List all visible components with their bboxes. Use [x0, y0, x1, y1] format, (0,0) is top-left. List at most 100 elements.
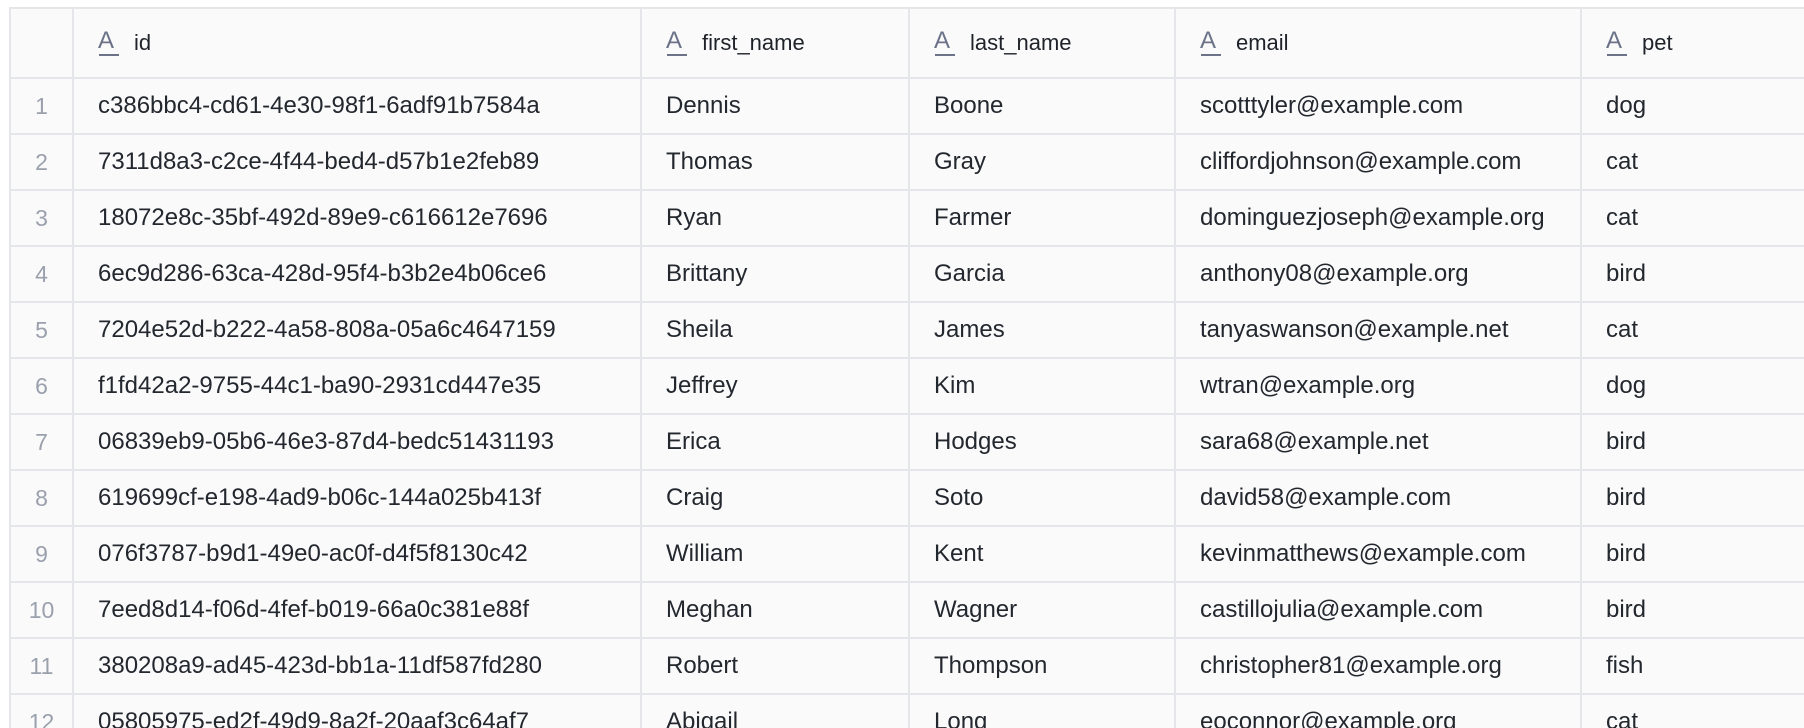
table-row[interactable]: 10 7eed8d14-f06d-4fef-b019-66a0c381e88f Me…: [11, 582, 1804, 639]
cell-last-name[interactable]: Long: [909, 694, 1176, 728]
header-row: Aid Afirst_name Alast_name Aemail Apet: [11, 9, 1804, 79]
row-number: 4: [11, 246, 74, 303]
cell-email[interactable]: dominguezjoseph@example.org: [1175, 190, 1582, 247]
cell-pet[interactable]: dog: [1581, 78, 1804, 135]
cell-id[interactable]: 05805975-ed2f-49d9-8a2f-20aaf3c64af7: [73, 694, 642, 728]
row-number: 8: [11, 470, 74, 527]
cell-first-name[interactable]: Erica: [641, 414, 910, 471]
cell-pet[interactable]: fish: [1581, 638, 1804, 695]
cell-pet[interactable]: bird: [1581, 526, 1804, 583]
column-header-first-name[interactable]: Afirst_name: [641, 9, 910, 79]
cell-first-name[interactable]: Sheila: [641, 302, 910, 359]
row-index-header: [11, 9, 74, 79]
table-row[interactable]: 7 06839eb9-05b6-46e3-87d4-bedc51431193 Eri…: [11, 414, 1804, 471]
table-body: 1 c386bbc4-cd61-4e30-98f1-6adf91b7584a Den…: [11, 78, 1804, 728]
cell-first-name[interactable]: Ryan: [641, 190, 910, 247]
cell-id[interactable]: c386bbc4-cd61-4e30-98f1-6adf91b7584a: [73, 78, 642, 135]
cell-email[interactable]: scotttyler@example.com: [1175, 78, 1582, 135]
table-row[interactable]: 5 7204e52d-b222-4a58-808a-05a6c4647159 She…: [11, 302, 1804, 359]
text-type-icon: A: [98, 29, 120, 57]
table-row[interactable]: 12 05805975-ed2f-49d9-8a2f-20aaf3c64af7 Ab…: [11, 694, 1804, 728]
cell-id[interactable]: 619699cf-e198-4ad9-b06c-144a025b413f: [73, 470, 642, 527]
table-row[interactable]: 2 7311d8a3-c2ce-4f44-bed4-d57b1e2feb89 Tho…: [11, 134, 1804, 191]
cell-last-name[interactable]: Farmer: [909, 190, 1176, 247]
cell-pet[interactable]: cat: [1581, 694, 1804, 728]
column-header-pet[interactable]: Apet: [1581, 9, 1804, 79]
cell-id[interactable]: 7311d8a3-c2ce-4f44-bed4-d57b1e2feb89: [73, 134, 642, 191]
cell-id[interactable]: f1fd42a2-9755-44c1-ba90-2931cd447e35: [73, 358, 642, 415]
table-row[interactable]: 11 380208a9-ad45-423d-bb1a-11df587fd280 Ro…: [11, 638, 1804, 695]
cell-email[interactable]: anthony08@example.org: [1175, 246, 1582, 303]
table-row[interactable]: 3 18072e8c-35bf-492d-89e9-c616612e7696 Rya…: [11, 190, 1804, 247]
data-table: Aid Afirst_name Alast_name Aemail Apet 1…: [11, 9, 1804, 728]
table-row[interactable]: 8 619699cf-e198-4ad9-b06c-144a025b413f Cra…: [11, 470, 1804, 527]
cell-last-name[interactable]: Kim: [909, 358, 1176, 415]
table-row[interactable]: 9 076f3787-b9d1-49e0-ac0f-d4f5f8130c42 Wil…: [11, 526, 1804, 583]
cell-id[interactable]: 7eed8d14-f06d-4fef-b019-66a0c381e88f: [73, 582, 642, 639]
column-header-label: pet: [1642, 30, 1673, 55]
row-number: 12: [11, 694, 74, 728]
row-number: 5: [11, 302, 74, 359]
row-number: 9: [11, 526, 74, 583]
cell-last-name[interactable]: Gray: [909, 134, 1176, 191]
cell-first-name[interactable]: William: [641, 526, 910, 583]
data-grid[interactable]: Aid Afirst_name Alast_name Aemail Apet 1…: [9, 7, 1804, 728]
cell-id[interactable]: 6ec9d286-63ca-428d-95f4-b3b2e4b06ce6: [73, 246, 642, 303]
column-header-label: email: [1236, 30, 1289, 55]
cell-email[interactable]: sara68@example.net: [1175, 414, 1582, 471]
cell-pet[interactable]: cat: [1581, 302, 1804, 359]
cell-pet[interactable]: bird: [1581, 246, 1804, 303]
cell-first-name[interactable]: Robert: [641, 638, 910, 695]
text-type-icon: A: [1606, 29, 1628, 57]
text-type-icon: A: [1200, 29, 1222, 57]
cell-pet[interactable]: dog: [1581, 358, 1804, 415]
cell-last-name[interactable]: Garcia: [909, 246, 1176, 303]
cell-first-name[interactable]: Thomas: [641, 134, 910, 191]
cell-pet[interactable]: cat: [1581, 134, 1804, 191]
cell-email[interactable]: tanyaswanson@example.net: [1175, 302, 1582, 359]
column-header-id[interactable]: Aid: [73, 9, 642, 79]
cell-email[interactable]: david58@example.com: [1175, 470, 1582, 527]
cell-id[interactable]: 06839eb9-05b6-46e3-87d4-bedc51431193: [73, 414, 642, 471]
row-number: 7: [11, 414, 74, 471]
cell-first-name[interactable]: Craig: [641, 470, 910, 527]
cell-pet[interactable]: bird: [1581, 414, 1804, 471]
cell-first-name[interactable]: Abigail: [641, 694, 910, 728]
row-number: 1: [11, 78, 74, 135]
cell-last-name[interactable]: Wagner: [909, 582, 1176, 639]
cell-email[interactable]: wtran@example.org: [1175, 358, 1582, 415]
cell-email[interactable]: christopher81@example.org: [1175, 638, 1582, 695]
column-header-email[interactable]: Aemail: [1175, 9, 1582, 79]
table-row[interactable]: 1 c386bbc4-cd61-4e30-98f1-6adf91b7584a Den…: [11, 78, 1804, 135]
cell-first-name[interactable]: Meghan: [641, 582, 910, 639]
cell-email[interactable]: eoconnor@example.org: [1175, 694, 1582, 728]
cell-last-name[interactable]: Soto: [909, 470, 1176, 527]
text-type-icon: A: [666, 29, 688, 57]
row-number: 6: [11, 358, 74, 415]
cell-first-name[interactable]: Jeffrey: [641, 358, 910, 415]
cell-email[interactable]: castillojulia@example.com: [1175, 582, 1582, 639]
cell-last-name[interactable]: Boone: [909, 78, 1176, 135]
cell-last-name[interactable]: James: [909, 302, 1176, 359]
cell-last-name[interactable]: Hodges: [909, 414, 1176, 471]
table-row[interactable]: 4 6ec9d286-63ca-428d-95f4-b3b2e4b06ce6 Bri…: [11, 246, 1804, 303]
cell-first-name[interactable]: Brittany: [641, 246, 910, 303]
cell-first-name[interactable]: Dennis: [641, 78, 910, 135]
cell-email[interactable]: cliffordjohnson@example.com: [1175, 134, 1582, 191]
cell-id[interactable]: 380208a9-ad45-423d-bb1a-11df587fd280: [73, 638, 642, 695]
cell-pet[interactable]: cat: [1581, 190, 1804, 247]
cell-id[interactable]: 076f3787-b9d1-49e0-ac0f-d4f5f8130c42: [73, 526, 642, 583]
text-type-icon: A: [934, 29, 956, 57]
column-header-last-name[interactable]: Alast_name: [909, 9, 1176, 79]
table-row[interactable]: 6 f1fd42a2-9755-44c1-ba90-2931cd447e35 Jef…: [11, 358, 1804, 415]
column-header-label: first_name: [702, 30, 805, 55]
cell-pet[interactable]: bird: [1581, 470, 1804, 527]
row-number: 11: [11, 638, 74, 695]
row-number: 3: [11, 190, 74, 247]
cell-email[interactable]: kevinmatthews@example.com: [1175, 526, 1582, 583]
cell-last-name[interactable]: Thompson: [909, 638, 1176, 695]
cell-pet[interactable]: bird: [1581, 582, 1804, 639]
cell-id[interactable]: 18072e8c-35bf-492d-89e9-c616612e7696: [73, 190, 642, 247]
cell-last-name[interactable]: Kent: [909, 526, 1176, 583]
cell-id[interactable]: 7204e52d-b222-4a58-808a-05a6c4647159: [73, 302, 642, 359]
